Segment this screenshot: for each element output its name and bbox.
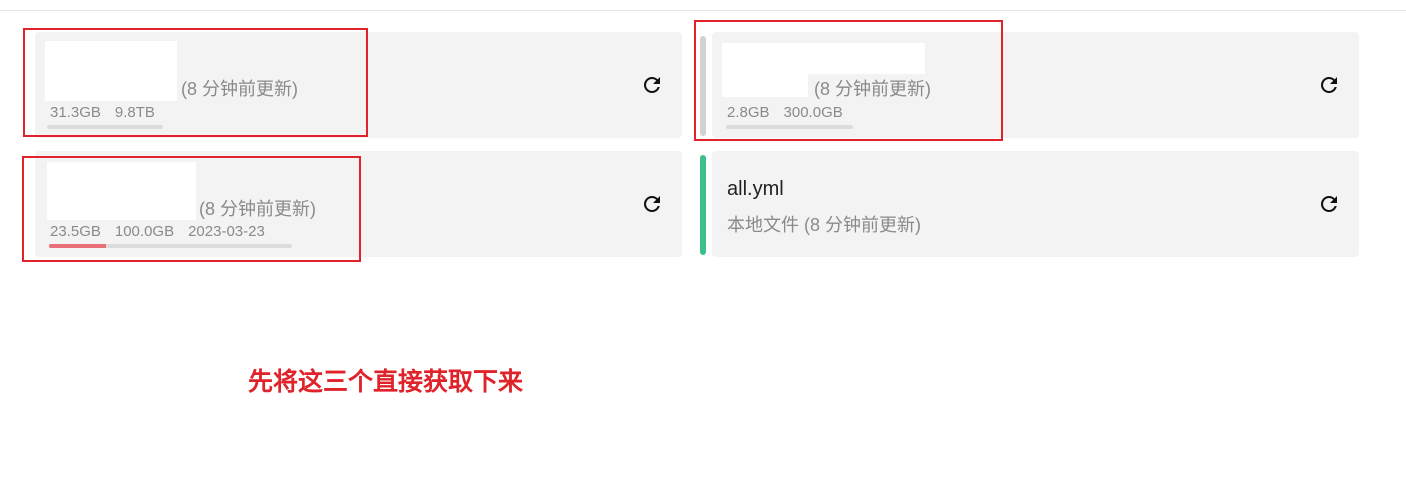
redacted-profile-name-3 (47, 162, 196, 220)
update-time: (8 分钟前更新) (199, 199, 316, 219)
traffic-total: 300.0GB (783, 104, 843, 121)
traffic-info: 2.8GB 300.0GB (727, 104, 857, 121)
traffic-progress-bar (47, 125, 163, 129)
traffic-total: 100.0GB (114, 223, 175, 240)
traffic-used: 31.3GB (50, 104, 101, 121)
refresh-button-1[interactable] (640, 73, 664, 97)
update-time: (8 分钟前更新) (181, 79, 298, 99)
traffic-total: 9.8TB (114, 104, 155, 121)
refresh-icon (1321, 77, 1337, 93)
profile-subtitle: 本地文件 (8 分钟前更新) (727, 215, 922, 235)
annotation-text: 先将这三个直接获取下来 (248, 367, 524, 396)
traffic-info: 23.5GB 100.0GB 2023-03-23 (50, 223, 279, 240)
traffic-progress-bar (49, 244, 292, 248)
refresh-icon (1321, 196, 1337, 212)
update-time: (8 分钟前更新) (814, 79, 931, 99)
traffic-used: 23.5GB (50, 223, 101, 240)
traffic-progress-fill (49, 244, 107, 248)
refresh-button-2[interactable] (1317, 73, 1341, 97)
traffic-used: 2.8GB (727, 104, 770, 121)
refresh-icon (644, 77, 660, 93)
expire-date: 2023-03-23 (188, 223, 265, 240)
profile-title: all.yml (727, 178, 784, 200)
profile-card-4[interactable] (712, 151, 1359, 257)
traffic-info: 31.3GB 9.8TB (50, 104, 169, 121)
refresh-icon (644, 196, 660, 212)
refresh-button-4[interactable] (1317, 192, 1341, 216)
redacted-profile-name-1 (45, 41, 177, 101)
active-indicator (700, 155, 706, 255)
refresh-button-3[interactable] (640, 192, 664, 216)
redacted-profile-name-2a (722, 43, 925, 74)
redacted-profile-name-2b (722, 74, 808, 97)
top-divider (0, 10, 1406, 11)
traffic-progress-bar (726, 125, 853, 129)
inactive-indicator (700, 36, 706, 136)
